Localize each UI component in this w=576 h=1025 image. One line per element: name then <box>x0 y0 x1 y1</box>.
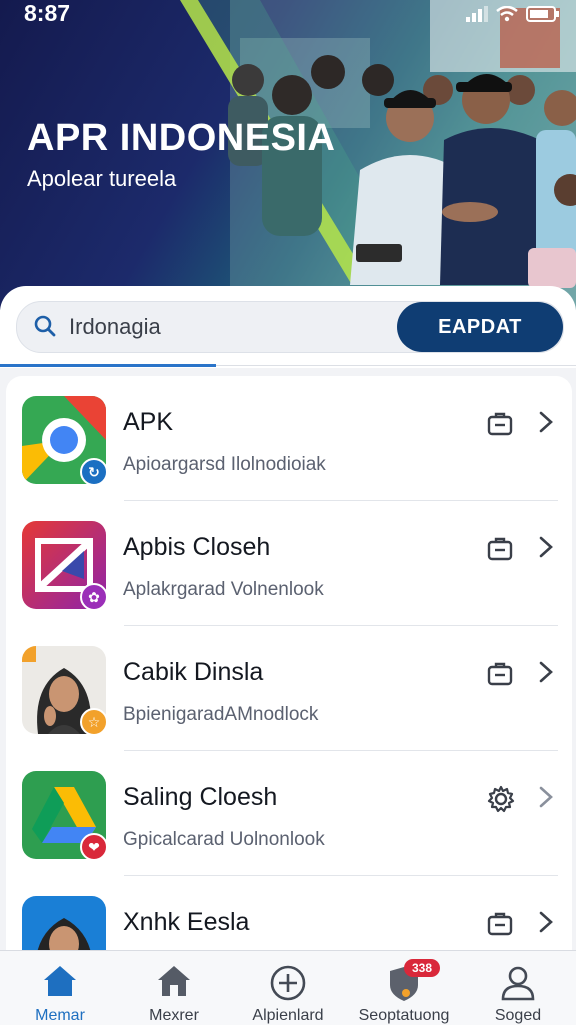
profile-app-icon <box>22 896 106 956</box>
search-input[interactable]: Irdonagia <box>69 314 161 340</box>
chevron-right-icon[interactable] <box>538 786 554 808</box>
tab-divider <box>216 365 576 366</box>
hero-banner: 8:87 APR INDONESIA Apolear tureela <box>0 0 576 310</box>
search-bar[interactable]: Irdonagia EAPDAT <box>16 301 564 353</box>
nav-label: Mexrer <box>149 1007 199 1024</box>
status-time: 8:87 <box>24 0 71 26</box>
chevron-right-icon[interactable] <box>538 911 554 933</box>
briefcase-icon[interactable] <box>486 909 514 937</box>
nav-item-memar[interactable]: Memar <box>2 951 118 1025</box>
list-item[interactable]: ✿ Apbis Closeh Aplakrgarad Volnenlook <box>6 501 572 626</box>
list-item[interactable]: ↻ APK Apioargarsd Ilolnodioiak <box>6 376 572 501</box>
status-icons <box>466 6 560 22</box>
battery-icon <box>526 6 559 22</box>
add-circle-icon <box>270 965 306 1001</box>
chevron-right-icon[interactable] <box>538 536 554 558</box>
chevron-right-icon[interactable] <box>538 661 554 683</box>
nav-label: Seoptatuong <box>358 1007 450 1024</box>
update-button[interactable]: EAPDAT <box>397 302 563 352</box>
user-icon <box>501 966 535 1001</box>
nav-item-alpienlard[interactable]: Alpienlard <box>230 951 346 1025</box>
search-card: Irdonagia EAPDAT <box>0 286 576 368</box>
hero-subtitle: Apolear tureela <box>27 166 177 191</box>
active-tab-indicator <box>0 364 216 367</box>
list-item[interactable]: Xnhk Eesla <box>6 876 572 956</box>
hero-title: APR INDONESIA <box>27 117 336 159</box>
app-name: Xnhk Eesla <box>123 908 250 936</box>
nav-item-soged[interactable]: Soged <box>460 951 576 1025</box>
chevron-right-icon[interactable] <box>538 411 554 433</box>
briefcase-icon[interactable] <box>486 534 514 562</box>
notification-badge: 338 <box>404 959 440 977</box>
wifi-icon <box>496 6 518 22</box>
app-name: Saling Cloesh <box>123 783 278 811</box>
app-subtitle: BpienigaradAMnodlock <box>123 704 319 725</box>
gear-icon[interactable] <box>486 784 516 814</box>
app-badge-icon: ✿ <box>80 583 108 611</box>
nav-item-seoptatuong[interactable]: 338 Seoptatuong <box>346 951 462 1025</box>
nav-label: Alpienlard <box>252 1007 324 1024</box>
app-badge-icon: ☆ <box>80 708 108 736</box>
app-subtitle: Aplakrgarad Volnenlook <box>123 579 324 600</box>
app-name: Apbis Closeh <box>123 533 271 561</box>
bottom-nav: Memar Mexrer Alpienlard 338 Seoptatuong … <box>0 950 576 1025</box>
app-subtitle: Apioargarsd Ilolnodioiak <box>123 454 326 475</box>
nav-label: Memar <box>35 1007 85 1024</box>
app-subtitle: Gpicalcarad Uolnonlook <box>123 829 325 850</box>
app-badge-icon: ❤ <box>80 833 108 861</box>
list-item[interactable]: ❤ Saling Cloesh Gpicalcarad Uolnonlook <box>6 751 572 876</box>
home-icon <box>44 966 76 996</box>
app-name: APK <box>123 408 174 436</box>
nav-label: Soged <box>494 1007 542 1024</box>
app-list: ↻ APK Apioargarsd Ilolnodioiak ✿ Apbis C… <box>6 376 572 956</box>
briefcase-icon[interactable] <box>486 409 514 437</box>
app-badge-icon: ↻ <box>80 458 108 486</box>
app-name: Cabik Dinsla <box>123 658 264 686</box>
search-icon <box>34 315 56 337</box>
home-outline-icon <box>158 966 190 996</box>
list-item[interactable]: ☆ Cabik Dinsla BpienigaradAMnodlock <box>6 626 572 751</box>
briefcase-icon[interactable] <box>486 659 514 687</box>
signal-icon <box>466 6 488 22</box>
nav-item-mexrer[interactable]: Mexrer <box>116 951 232 1025</box>
